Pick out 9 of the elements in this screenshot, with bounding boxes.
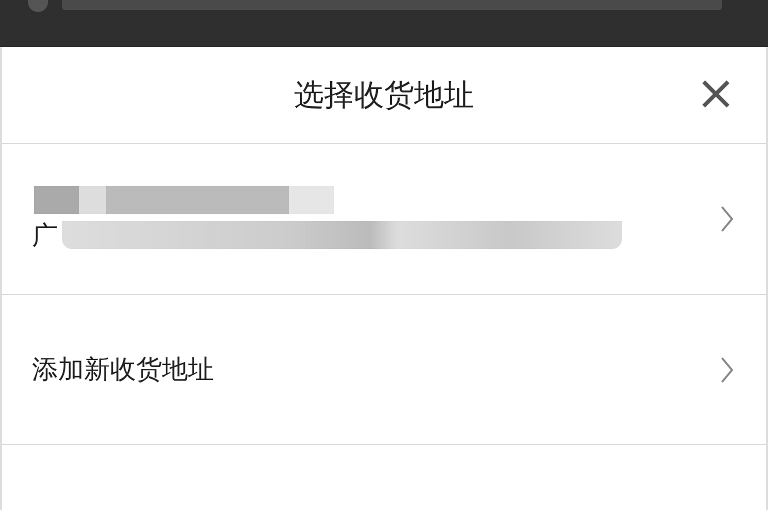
address-prefix: 广 <box>32 220 58 252</box>
chevron-icon <box>720 205 734 233</box>
chevron-icon <box>720 356 734 384</box>
avatar-icon <box>28 0 48 12</box>
add-address-item[interactable]: 添加新收货地址 <box>2 295 766 445</box>
sheet-title: 选择收货地址 <box>294 76 474 114</box>
close-button[interactable]: × <box>692 69 740 117</box>
add-address-label: 添加新收货地址 <box>32 354 214 387</box>
address-item[interactable]: 广 <box>2 144 766 295</box>
